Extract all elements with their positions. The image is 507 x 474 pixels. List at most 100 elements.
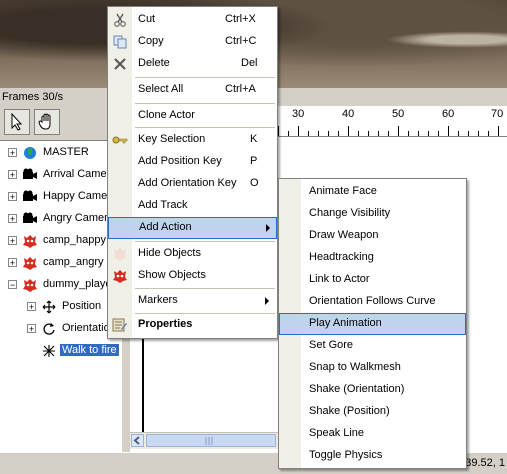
add-action-submenu: Animate Face Change Visibility Draw Weap… xyxy=(278,178,467,469)
ruler-tick xyxy=(498,126,499,136)
expand-icon[interactable]: + xyxy=(8,170,17,180)
ruler-tick xyxy=(358,131,359,136)
ruler-tick xyxy=(288,131,289,136)
scroll-left-button[interactable] xyxy=(131,434,144,447)
expand-icon[interactable]: + xyxy=(8,148,17,158)
status-coordinates: 39.52, 1 xyxy=(465,457,505,469)
menu-item-clone-actor[interactable]: Clone Actor xyxy=(108,105,277,127)
submenu-item-play-animation[interactable]: Play Animation xyxy=(279,313,466,335)
ruler-tick-label: 50 xyxy=(392,108,405,120)
submenu-item-draw-weapon[interactable]: Draw Weapon xyxy=(279,225,466,247)
tree-item-happy-camera[interactable]: + Happy Camer xyxy=(0,187,122,209)
actor-icon xyxy=(22,277,38,293)
submenu-item-set-gore[interactable]: Set Gore xyxy=(279,335,466,357)
globe-icon xyxy=(22,145,38,161)
ruler-tick xyxy=(328,131,329,136)
ruler-tick xyxy=(428,131,429,136)
select-pointer-button[interactable] xyxy=(4,109,30,135)
menu-item-add-orientation-key[interactable]: Add Orientation Key O xyxy=(108,173,277,195)
actor-tree[interactable]: + MASTER + Arrival Camer + Happy Camer +… xyxy=(0,140,122,453)
tree-item-arrival-camera[interactable]: + Arrival Camer xyxy=(0,165,122,187)
horizontal-scrollbar[interactable] xyxy=(130,432,280,449)
ruler-tick-label: 60 xyxy=(442,108,455,120)
copy-icon xyxy=(112,34,128,50)
tree-item-label: Happy Camer xyxy=(43,190,111,202)
ruler-tick xyxy=(408,131,409,136)
ruler-tick xyxy=(468,131,469,136)
hide-actor-icon xyxy=(112,246,128,262)
grip-icon xyxy=(205,437,213,445)
menu-separator xyxy=(135,241,275,242)
ruler-tick xyxy=(298,126,299,136)
submenu-item-headtracking[interactable]: Headtracking xyxy=(279,247,466,269)
menu-item-add-action[interactable]: Add Action xyxy=(108,217,277,239)
menu-item-cut[interactable]: Cut Ctrl+X xyxy=(108,9,277,31)
expand-icon[interactable]: + xyxy=(8,236,17,246)
menu-separator xyxy=(135,127,275,128)
menu-item-markers[interactable]: Markers xyxy=(108,290,277,312)
tree-item-label: Walk to fire xyxy=(60,344,119,356)
menu-separator xyxy=(135,103,275,104)
menu-separator xyxy=(135,288,275,289)
menu-item-add-track[interactable]: Add Track xyxy=(108,195,277,217)
tree-item-label: camp_happy xyxy=(43,234,106,246)
menu-item-delete[interactable]: Delete Del xyxy=(108,53,277,75)
camera-icon xyxy=(22,189,38,205)
menu-item-key-selection[interactable]: Key Selection K xyxy=(108,129,277,151)
ruler-tick xyxy=(378,131,379,136)
expand-icon[interactable]: + xyxy=(8,214,17,224)
rotate-icon xyxy=(41,321,57,337)
menu-separator xyxy=(135,77,275,78)
pointer-icon xyxy=(11,113,23,131)
chevron-left-icon xyxy=(133,436,140,445)
ruler-tick xyxy=(308,131,309,136)
expand-icon[interactable]: + xyxy=(8,258,17,268)
ruler-tick xyxy=(458,131,459,136)
ruler-tick xyxy=(338,131,339,136)
submenu-item-shake-orientation[interactable]: Shake (Orientation) xyxy=(279,379,466,401)
menu-item-select-all[interactable]: Select All Ctrl+A xyxy=(108,79,277,101)
ruler-tick-label: 70 xyxy=(491,108,504,120)
collapse-icon[interactable]: − xyxy=(8,280,17,290)
actor-icon xyxy=(22,255,38,271)
actor-icon xyxy=(22,233,38,249)
tree-item-label: Angry Camer xyxy=(43,212,108,224)
menu-item-show-objects[interactable]: Show Objects xyxy=(108,265,277,287)
submenu-arrow-icon xyxy=(265,297,269,305)
tree-item-angry-camera[interactable]: + Angry Camer xyxy=(0,209,122,231)
expand-icon[interactable]: + xyxy=(27,302,36,312)
submenu-item-snap-to-walkmesh[interactable]: Snap to Walkmesh xyxy=(279,357,466,379)
submenu-arrow-icon xyxy=(266,224,270,232)
properties-icon xyxy=(112,317,128,333)
submenu-item-animate-face[interactable]: Animate Face xyxy=(279,181,466,203)
tree-item-position[interactable]: + Position xyxy=(0,297,122,319)
tree-item-orientation[interactable]: + Orientation xyxy=(0,319,122,341)
context-menu: Cut Ctrl+X Copy Ctrl+C Delete Del Select… xyxy=(107,6,278,339)
tree-item-dummy-player[interactable]: − dummy_playe xyxy=(0,275,122,297)
submenu-item-shake-position[interactable]: Shake (Position) xyxy=(279,401,466,423)
tree-item-camp-angry[interactable]: + camp_angry xyxy=(0,253,122,275)
submenu-item-toggle-physics[interactable]: Toggle Physics xyxy=(279,445,466,467)
tree-item-label: dummy_playe xyxy=(43,278,112,290)
menu-item-hide-objects[interactable]: Hide Objects xyxy=(108,243,277,265)
tree-item-walk-to-fire[interactable]: Walk to fire xyxy=(0,341,122,363)
ruler-tick xyxy=(448,126,449,136)
delete-x-icon xyxy=(112,56,128,72)
expand-icon[interactable]: + xyxy=(8,192,17,202)
tree-item-camp-happy[interactable]: + camp_happy xyxy=(0,231,122,253)
camera-icon xyxy=(22,167,38,183)
submenu-item-change-visibility[interactable]: Change Visibility xyxy=(279,203,466,225)
submenu-item-link-to-actor[interactable]: Link to Actor xyxy=(279,269,466,291)
ruler-tick-label: 40 xyxy=(342,108,355,120)
submenu-item-speak-line[interactable]: Speak Line xyxy=(279,423,466,445)
scroll-thumb[interactable] xyxy=(146,434,276,447)
expand-icon[interactable]: + xyxy=(27,324,36,334)
tree-item-master[interactable]: + MASTER xyxy=(0,143,122,165)
menu-item-copy[interactable]: Copy Ctrl+C xyxy=(108,31,277,53)
ruler-tick xyxy=(488,131,489,136)
ruler-tick-label: 30 xyxy=(292,108,305,120)
menu-item-add-position-key[interactable]: Add Position Key P xyxy=(108,151,277,173)
pan-hand-button[interactable] xyxy=(34,109,60,135)
menu-item-properties[interactable]: Properties xyxy=(108,314,277,336)
submenu-item-orientation-follows-curve[interactable]: Orientation Follows Curve xyxy=(279,291,466,313)
